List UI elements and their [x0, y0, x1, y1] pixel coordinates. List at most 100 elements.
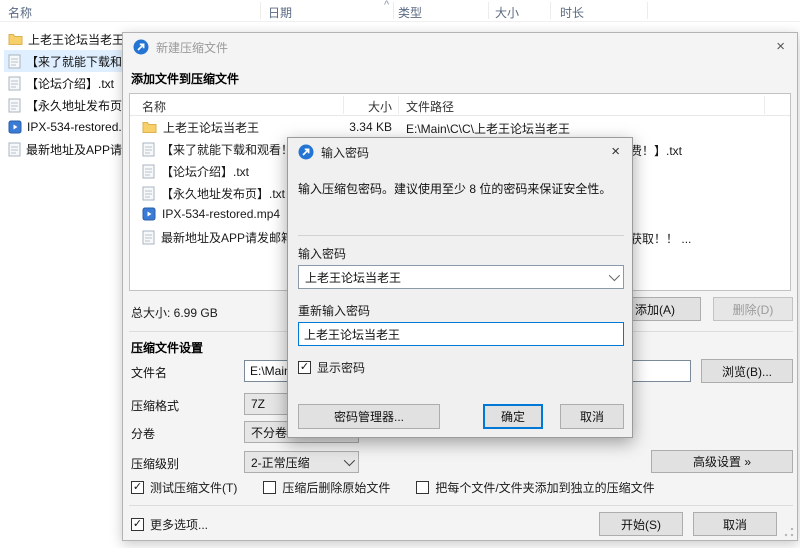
advanced-settings-button[interactable]: 高级设置 »	[651, 450, 793, 473]
file-label: 【论坛介绍】.txt	[26, 75, 114, 92]
checkbox-label: 压缩后删除原始文件	[282, 479, 390, 496]
divider	[298, 235, 624, 236]
password-label: 输入密码	[298, 245, 346, 262]
checkbox-label: 把每个文件/文件夹添加到独立的压缩文件	[435, 479, 654, 496]
text-file-icon	[142, 230, 155, 245]
sort-indicator-icon: ^	[384, 0, 389, 11]
bandizip-app-icon	[133, 39, 149, 55]
row-name: 上老王论坛当老王	[163, 119, 259, 136]
column-divider	[343, 96, 344, 114]
password-hint-text: 输入压缩包密码。建议使用至少 8 位的密码来保证安全性。	[298, 180, 624, 197]
column-type[interactable]: 类型	[398, 4, 422, 21]
divider	[129, 505, 793, 506]
row-name: 【永久地址发布页】.txt	[161, 185, 285, 202]
row-name: 【论坛介绍】.txt	[161, 163, 249, 180]
add-files-section-title: 添加文件到压缩文件	[131, 70, 239, 87]
browse-button[interactable]: 浏览(B)...	[701, 359, 793, 383]
password-combobox[interactable]: 上老王论坛当老王	[298, 265, 624, 289]
column-size[interactable]: 大小	[495, 4, 519, 21]
archive-list-row[interactable]: 上老王论坛当老王 3.34 KB E:\Main\C\C\上老王论坛当老王	[130, 116, 790, 138]
options-row: ✓ 测试压缩文件(T) 压缩后删除原始文件 把每个文件/文件夹添加到独立的压缩文…	[131, 479, 655, 496]
format-value: 7Z	[251, 397, 265, 411]
text-file-icon	[142, 186, 155, 201]
checkbox-unchecked-icon	[263, 481, 276, 494]
chevron-down-icon	[609, 270, 620, 281]
total-size-label: 总大小: 6.99 GB	[131, 304, 218, 321]
delete-button: 删除(D)	[713, 297, 793, 321]
dialog-titlebar[interactable]: 输入密码	[288, 138, 632, 166]
column-divider	[260, 2, 261, 19]
separate-archives-checkbox[interactable]: 把每个文件/文件夹添加到独立的压缩文件	[416, 479, 654, 496]
password-value: 上老王论坛当老王	[305, 269, 401, 286]
checkbox-label: 显示密码	[317, 359, 365, 376]
column-divider	[393, 2, 394, 19]
cancel-button[interactable]: 取消	[560, 404, 624, 429]
level-value: 2-正常压缩	[251, 454, 310, 471]
column-divider	[488, 2, 489, 19]
close-icon[interactable]: ×	[776, 39, 785, 54]
ok-button[interactable]: 确定	[483, 404, 543, 429]
text-file-icon	[8, 76, 21, 91]
level-select[interactable]: 2-正常压缩	[244, 451, 359, 473]
list-column-size[interactable]: 大小	[280, 98, 392, 115]
explorer-file-row[interactable]: IPX-534-restored.mp	[4, 116, 122, 138]
text-file-icon	[8, 54, 21, 69]
explorer-file-row[interactable]: 上老王论坛当老王	[4, 28, 122, 50]
text-file-icon	[142, 142, 155, 157]
explorer-column-header: 名称 ^ 日期 类型 大小 时长	[0, 0, 800, 22]
folder-icon	[142, 121, 157, 134]
file-label: 【来了就能下载和观看	[26, 53, 122, 70]
file-label: 最新地址及APP请发邮	[26, 141, 122, 158]
password-manager-button[interactable]: 密码管理器...	[298, 404, 440, 429]
row-path: E:\Main\C\C\上老王论坛当老王	[406, 120, 786, 137]
settings-section-title: 压缩文件设置	[131, 339, 203, 356]
column-divider	[398, 96, 399, 114]
column-name[interactable]: 名称	[8, 4, 32, 21]
text-file-icon	[142, 164, 155, 179]
folder-icon	[8, 33, 23, 46]
text-file-icon	[8, 98, 21, 113]
filename-label: 文件名	[131, 364, 167, 381]
test-archive-checkbox[interactable]: ✓ 测试压缩文件(T)	[131, 479, 237, 496]
list-column-path[interactable]: 文件路径	[406, 98, 454, 115]
volume-value: 不分卷	[251, 424, 287, 441]
chevron-down-icon	[344, 455, 355, 466]
column-divider	[550, 2, 551, 19]
column-divider	[647, 2, 648, 19]
column-date[interactable]: 日期	[268, 4, 292, 21]
close-icon[interactable]: ×	[611, 144, 620, 159]
file-label: IPX-534-restored.mp	[27, 120, 122, 134]
explorer-file-row[interactable]: 【来了就能下载和观看	[4, 50, 122, 72]
delete-after-checkbox[interactable]: 压缩后删除原始文件	[263, 479, 390, 496]
file-label: 【永久地址发布页】.tx	[26, 97, 122, 114]
format-label: 压缩格式	[131, 397, 179, 414]
enter-password-dialog: 输入密码 × 输入压缩包密码。建议使用至少 8 位的密码来保证安全性。 输入密码…	[287, 137, 633, 438]
checkbox-label: 测试压缩文件(T)	[150, 479, 237, 496]
video-file-icon	[142, 207, 156, 221]
dialog-title: 新建压缩文件	[156, 39, 228, 56]
row-size: 3.34 KB	[280, 120, 392, 134]
explorer-file-row[interactable]: 【永久地址发布页】.tx	[4, 94, 122, 116]
checkbox-checked-icon: ✓	[131, 518, 144, 531]
dialog-titlebar[interactable]: 新建压缩文件	[123, 33, 797, 61]
checkbox-unchecked-icon	[416, 481, 429, 494]
start-button[interactable]: 开始(S)	[599, 512, 683, 536]
checkbox-checked-icon: ✓	[131, 481, 144, 494]
text-file-icon	[8, 142, 21, 157]
checkbox-checked-icon: ✓	[298, 361, 311, 374]
resize-grip[interactable]	[784, 527, 794, 537]
more-options-checkbox[interactable]: ✓ 更多选项...	[131, 516, 208, 533]
confirm-password-label: 重新输入密码	[298, 302, 370, 319]
video-file-icon	[8, 120, 22, 134]
level-label: 压缩级别	[131, 455, 179, 472]
explorer-file-row[interactable]: 【论坛介绍】.txt	[4, 72, 122, 94]
confirm-password-input[interactable]	[298, 322, 624, 346]
show-password-checkbox[interactable]: ✓ 显示密码	[298, 359, 365, 376]
column-duration[interactable]: 时长	[560, 4, 584, 21]
bandizip-app-icon	[298, 144, 314, 160]
file-label: 上老王论坛当老王	[28, 31, 122, 48]
volume-label: 分卷	[131, 425, 155, 442]
cancel-button[interactable]: 取消	[693, 512, 777, 536]
list-column-name[interactable]: 名称	[142, 98, 166, 115]
explorer-file-row[interactable]: 最新地址及APP请发邮	[4, 138, 122, 160]
